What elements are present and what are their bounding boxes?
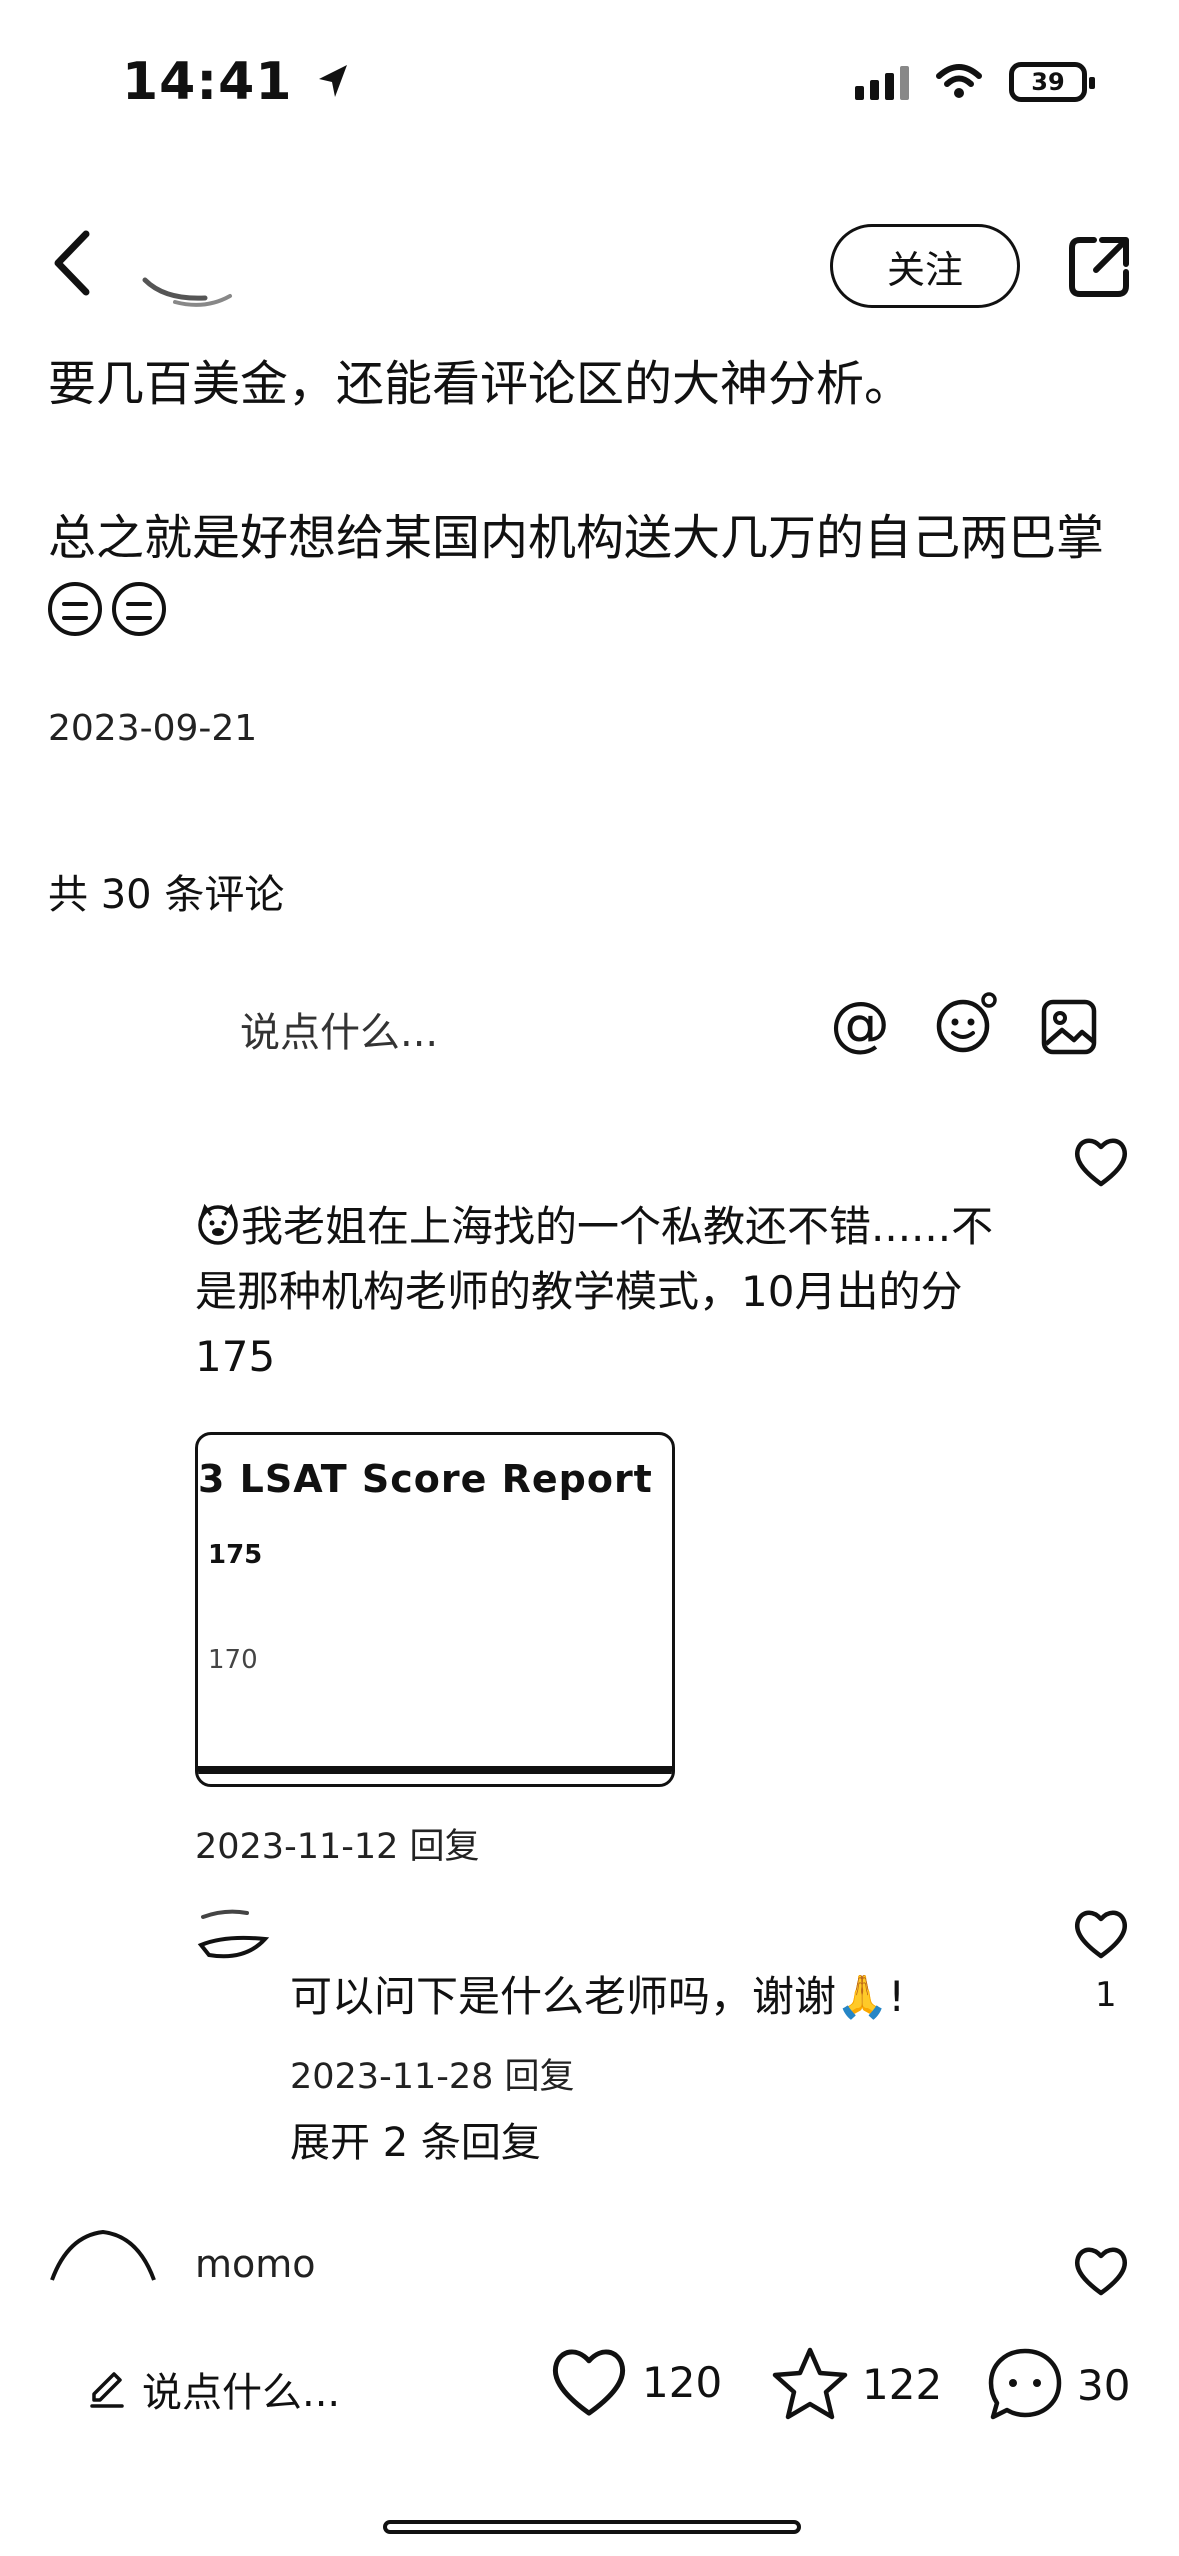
bottom-comment-input[interactable]: 说点什么...: [86, 2360, 340, 2418]
battery-icon: 39: [1009, 62, 1095, 102]
score-report-title: 3 LSAT Score Report: [198, 1457, 653, 1501]
comment-like-icon[interactable]: [1072, 1136, 1130, 1188]
image-bottom-bar: [198, 1766, 672, 1774]
battery-level: 39: [1031, 68, 1065, 96]
bottom-input-placeholder: 说点什么...: [142, 2370, 341, 2416]
dog-emoji-icon: [198, 1203, 238, 1245]
comment-count: 共 30 条评论: [48, 872, 285, 918]
next-comment-like-icon[interactable]: [1072, 2245, 1130, 2297]
cellular-signal-icon: [855, 64, 909, 100]
next-comment-author[interactable]: momo: [195, 2242, 316, 2292]
like-button[interactable]: 120: [548, 2345, 722, 2419]
wifi-icon: [936, 64, 982, 98]
home-indicator[interactable]: [383, 2520, 801, 2534]
score-value-1: 175: [208, 1540, 263, 1570]
comment-button[interactable]: 30: [985, 2345, 1130, 2425]
comment-meta[interactable]: 2023-11-12 回复: [195, 1818, 480, 1869]
comment-text-line1: 我老姐在上海找的一个私教还不错......不: [195, 1195, 993, 1259]
author-avatar[interactable]: [135, 240, 245, 320]
pencil-icon: [90, 2372, 124, 2408]
heart-icon: [552, 2349, 626, 2416]
expressionless-face-icon: [112, 582, 166, 636]
follow-button[interactable]: 关注: [830, 224, 1020, 308]
status-icons: 39: [855, 62, 1095, 102]
image-icon[interactable]: [1040, 998, 1098, 1056]
reply-meta[interactable]: 2023-11-28 回复: [290, 2048, 575, 2099]
reply-avatar[interactable]: [195, 1905, 275, 1975]
comment-text-line2: 是那种机构老师的教学模式，10月出的分: [195, 1267, 963, 1316]
like-count: 120: [642, 2357, 723, 2407]
share-icon[interactable]: [1064, 232, 1134, 302]
next-comment-avatar[interactable]: [48, 2222, 158, 2282]
follow-label: 关注: [886, 247, 963, 292]
location-arrow-icon: [318, 65, 347, 97]
reply-like-count: 1: [1095, 1975, 1117, 2015]
reply-text: 可以问下是什么老师吗，谢谢🙏!: [290, 1972, 906, 2021]
status-time-text: 14:41: [122, 52, 293, 112]
comment-image[interactable]: 3 LSAT Score Report 175 170: [195, 1432, 675, 1787]
comment-text-line3: 175: [195, 1332, 276, 1381]
comment-bubble-icon: [988, 2348, 1062, 2420]
expressionless-face-icon: [48, 582, 102, 636]
star-count: 122: [862, 2359, 943, 2409]
comment-count-bottom: 30: [1077, 2360, 1131, 2410]
back-button[interactable]: [48, 228, 98, 298]
star-icon: [772, 2347, 848, 2420]
score-value-2: 170: [208, 1645, 258, 1675]
mention-icon[interactable]: @: [830, 994, 890, 1054]
expand-replies-button[interactable]: 展开 2 条回复: [290, 2110, 541, 2168]
status-time: 14:41: [122, 52, 350, 112]
post-text-line2: 总之就是好想给某国内机构送大几万的自己两巴掌: [48, 510, 1105, 566]
favorite-button[interactable]: 122: [770, 2345, 942, 2423]
comment-text-line1-text: 我老姐在上海找的一个私教还不错......不: [241, 1202, 994, 1251]
reply-like-icon[interactable]: [1072, 1908, 1130, 1960]
post-date: 2023-09-21: [48, 708, 258, 749]
post-text-line1: 要几百美金，还能看评论区的大神分析。: [48, 356, 913, 412]
comment-input[interactable]: 说点什么...: [240, 1000, 438, 1058]
post-emojis: [48, 582, 166, 636]
emoji-icon[interactable]: [935, 992, 997, 1054]
